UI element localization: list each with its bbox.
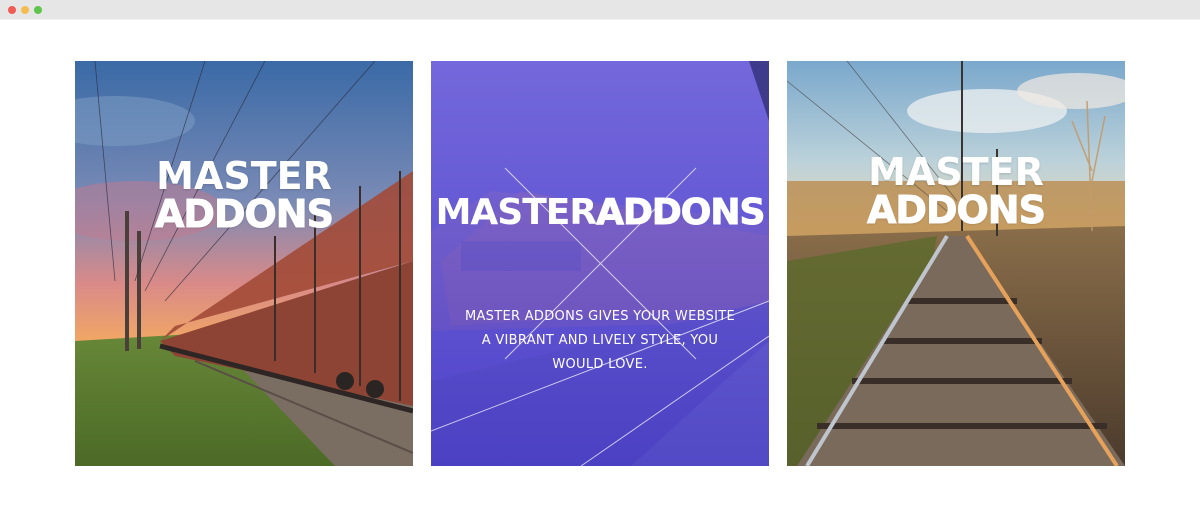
image-card-freight-train[interactable]: MASTER ADDONS <box>75 61 413 466</box>
railway-tracks-image <box>787 61 1125 466</box>
minimize-window-button[interactable] <box>21 6 29 14</box>
card-title: MASTER ADDONS <box>75 154 413 236</box>
card-title-word2: ADDONS <box>596 192 766 233</box>
card-title-line2: ADDONS <box>155 192 335 236</box>
card-title-line1: MASTER <box>156 154 332 198</box>
maximize-window-button[interactable] <box>34 6 42 14</box>
card-title: MASTER ADDONS <box>787 150 1125 232</box>
card-title-word1: MASTER <box>435 192 597 233</box>
card-title-line1: MASTER <box>868 150 1044 194</box>
image-card-railway-tracks[interactable]: MASTER ADDONS <box>787 61 1125 466</box>
freight-train-image <box>75 61 413 466</box>
close-window-button[interactable] <box>8 6 16 14</box>
card-description: MASTER ADDONS GIVES YOUR WEBSITE A VIBRA… <box>464 309 736 372</box>
passenger-train-image <box>431 61 769 466</box>
image-card-passenger-train[interactable]: MASTERADDONS MASTER ADDONS GIVES YOUR WE… <box>431 61 769 466</box>
card-title-line2: ADDONS <box>867 188 1047 232</box>
browser-titlebar <box>0 0 1200 19</box>
browser-divider <box>0 19 1200 20</box>
card-title: MASTERADDONS <box>431 192 769 233</box>
